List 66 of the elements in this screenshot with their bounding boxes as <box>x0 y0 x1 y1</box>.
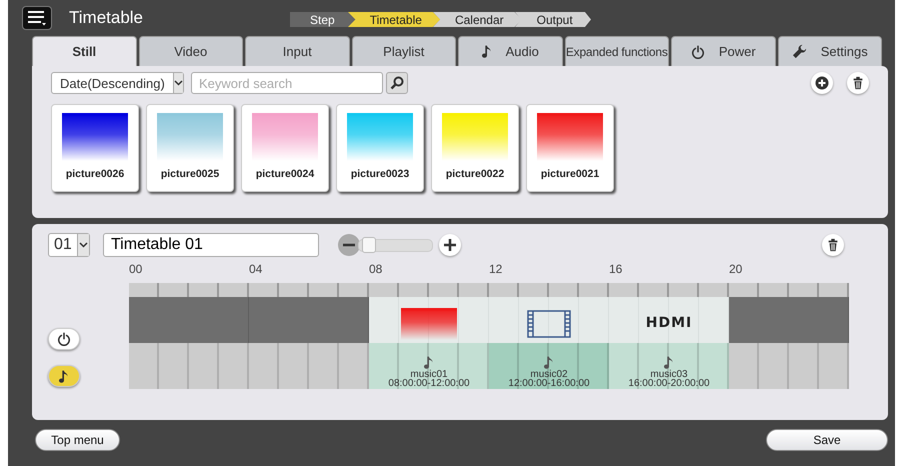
search-button[interactable] <box>386 72 408 94</box>
tab[interactable]: Playlist <box>352 36 456 66</box>
hour-label: 16 <box>609 262 622 276</box>
sort-dropdown[interactable]: Date(Descending) <box>51 72 184 94</box>
zoom-out-button[interactable] <box>338 234 360 256</box>
film-icon <box>527 310 571 338</box>
music-slot[interactable]: music02 12:00:00-16:00:00 <box>489 343 609 389</box>
zoom-in-button[interactable] <box>439 234 461 256</box>
plus-icon <box>444 239 456 251</box>
note-icon <box>544 355 554 370</box>
power-icon <box>690 44 705 58</box>
step-item[interactable]: Timetable <box>348 12 440 27</box>
tab[interactable]: Input <box>245 36 350 66</box>
note-icon <box>664 355 674 370</box>
tab[interactable]: Expanded functions <box>564 36 669 66</box>
trash-icon <box>826 238 840 252</box>
plus-icon <box>815 76 829 90</box>
save-button[interactable]: Save <box>766 429 888 451</box>
minus-icon <box>343 243 355 247</box>
chevron-down-icon <box>174 80 183 86</box>
hour-label: 04 <box>249 262 262 276</box>
picture-card[interactable]: picture0026 <box>51 104 139 192</box>
picture-card[interactable]: picture0024 <box>241 104 329 192</box>
note-icon <box>482 44 492 59</box>
delete-button[interactable] <box>822 234 844 256</box>
tab[interactable]: Audio <box>458 36 562 66</box>
timetable-number-dropdown[interactable]: 01 <box>48 233 90 257</box>
timetable-name-field[interactable]: Timetable 01 <box>103 233 319 257</box>
hour-label: 12 <box>489 262 502 276</box>
picture-card[interactable]: picture0022 <box>431 104 519 192</box>
tab[interactable]: Settings <box>778 36 882 66</box>
note-icon <box>59 368 69 384</box>
step-item[interactable]: Output <box>514 12 591 27</box>
trash-icon <box>851 76 865 90</box>
zoom-slider[interactable] <box>358 238 433 252</box>
hdmi-logo: HDMI <box>646 315 692 331</box>
note-icon <box>424 355 434 370</box>
tab[interactable]: Video <box>138 36 243 66</box>
timetable-slot[interactable] <box>489 297 609 343</box>
picture-card[interactable]: picture0021 <box>526 104 614 192</box>
search-icon <box>390 76 404 90</box>
menu-icon <box>27 10 47 26</box>
chevron-down-icon <box>78 242 88 248</box>
music-slot[interactable]: music01 08:00:00-12:00:00 <box>369 343 489 389</box>
hour-label: 20 <box>729 262 742 276</box>
timetable-slot[interactable]: HDMI <box>609 297 729 343</box>
step-caption: Step <box>290 12 355 27</box>
menu-button[interactable] <box>22 6 52 30</box>
delete-button[interactable] <box>847 72 869 94</box>
settings-icon <box>792 44 807 59</box>
picture-card[interactable]: picture0023 <box>336 104 424 192</box>
tab[interactable]: Power <box>671 36 776 66</box>
audio-row-button[interactable] <box>48 365 80 387</box>
picture-card[interactable]: picture0025 <box>146 104 234 192</box>
music-slot[interactable]: music03 16:00:00-20:00:00 <box>609 343 729 389</box>
step-item[interactable]: Calendar <box>432 12 522 27</box>
add-button[interactable] <box>811 72 833 94</box>
hour-label: 08 <box>369 262 382 276</box>
page-title: Timetable <box>69 8 144 28</box>
timetable-slot[interactable] <box>369 297 489 343</box>
power-icon <box>57 332 71 346</box>
hour-label: 00 <box>129 262 142 276</box>
top-menu-button[interactable]: Top menu <box>35 429 120 451</box>
tab[interactable]: Still <box>32 36 136 66</box>
power-row-button[interactable] <box>48 328 80 350</box>
search-field[interactable]: Keyword search <box>191 72 383 94</box>
